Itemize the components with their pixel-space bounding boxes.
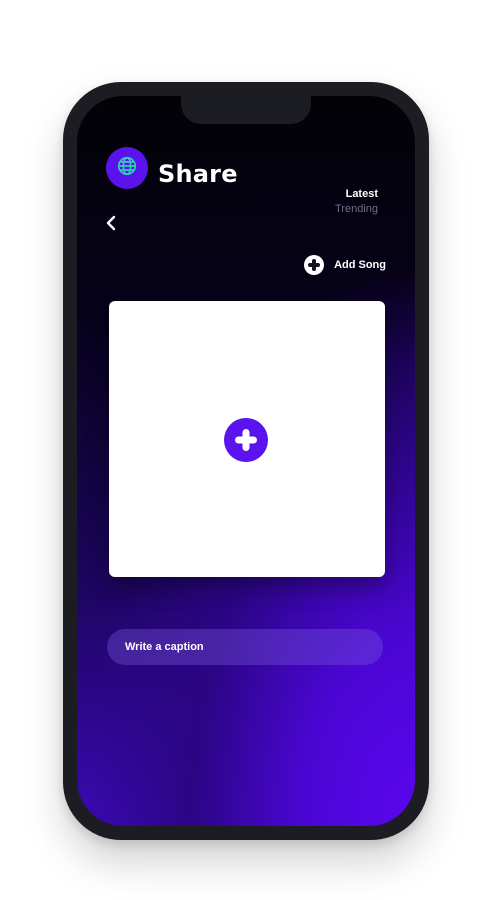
back-button[interactable] [101,214,123,236]
chevron-left-icon [105,215,119,235]
plus-circle-icon[interactable] [224,418,268,462]
media-upload-card[interactable] [109,301,385,577]
globe-button[interactable] [106,147,148,189]
globe-icon [116,155,138,181]
app-screen: Share Latest Trending Add Song [77,96,415,826]
plus-circle-icon [304,255,325,275]
caption-input[interactable] [107,629,383,665]
add-song-label: Add Song [334,259,386,271]
page-title: Share [158,160,238,188]
phone-notch [181,96,311,124]
tab-latest[interactable]: Latest [346,187,378,201]
add-song-button[interactable]: Add Song [304,255,386,275]
tab-trending[interactable]: Trending [335,202,378,216]
phone-frame: Share Latest Trending Add Song [63,82,429,840]
stage: Share Latest Trending Add Song [0,0,492,900]
